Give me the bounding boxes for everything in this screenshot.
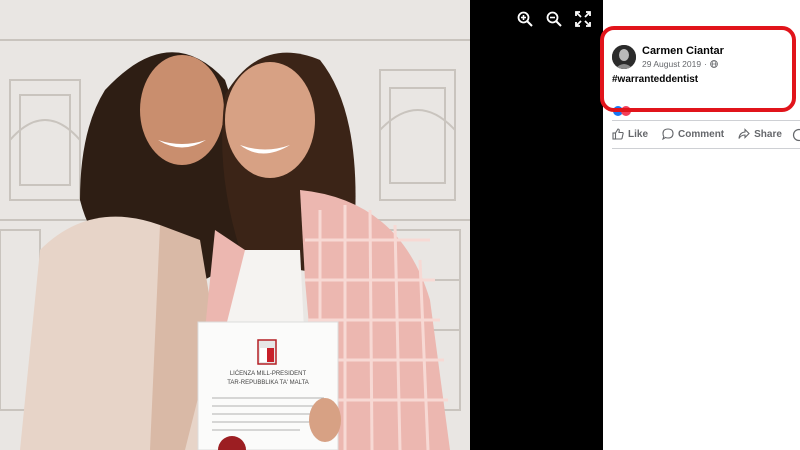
- zoom-in-icon[interactable]: [516, 10, 534, 28]
- thumbs-up-icon: [612, 128, 624, 140]
- viewer-toolbar: [516, 10, 592, 28]
- post-actions: Like Comment Share: [612, 128, 800, 140]
- photo-viewer: LIĊENZA MILL-PRESIDENT TAR-REPUBBLIKA TA…: [0, 0, 603, 450]
- share-label: Share: [754, 128, 782, 140]
- comment-button[interactable]: Comment: [662, 128, 724, 140]
- certificate-title-line1: LIĊENZA MILL-PRESIDENT: [230, 370, 307, 377]
- share-button[interactable]: Share: [738, 128, 782, 140]
- divider: [612, 120, 800, 121]
- divider: [612, 148, 800, 149]
- certificate-title-line2: TAR-REPUBBLIKA TA' MALTA: [227, 380, 309, 386]
- comment-icon: [662, 128, 674, 140]
- highlight-box: [600, 26, 796, 112]
- fullscreen-icon[interactable]: [574, 10, 592, 28]
- more-icon[interactable]: [792, 128, 800, 142]
- like-button[interactable]: Like: [612, 128, 648, 140]
- share-icon: [738, 128, 750, 139]
- like-label: Like: [628, 128, 649, 140]
- post-photo[interactable]: LIĊENZA MILL-PRESIDENT TAR-REPUBBLIKA TA…: [0, 0, 470, 450]
- comment-label: Comment: [678, 128, 725, 140]
- zoom-out-icon[interactable]: [545, 10, 563, 28]
